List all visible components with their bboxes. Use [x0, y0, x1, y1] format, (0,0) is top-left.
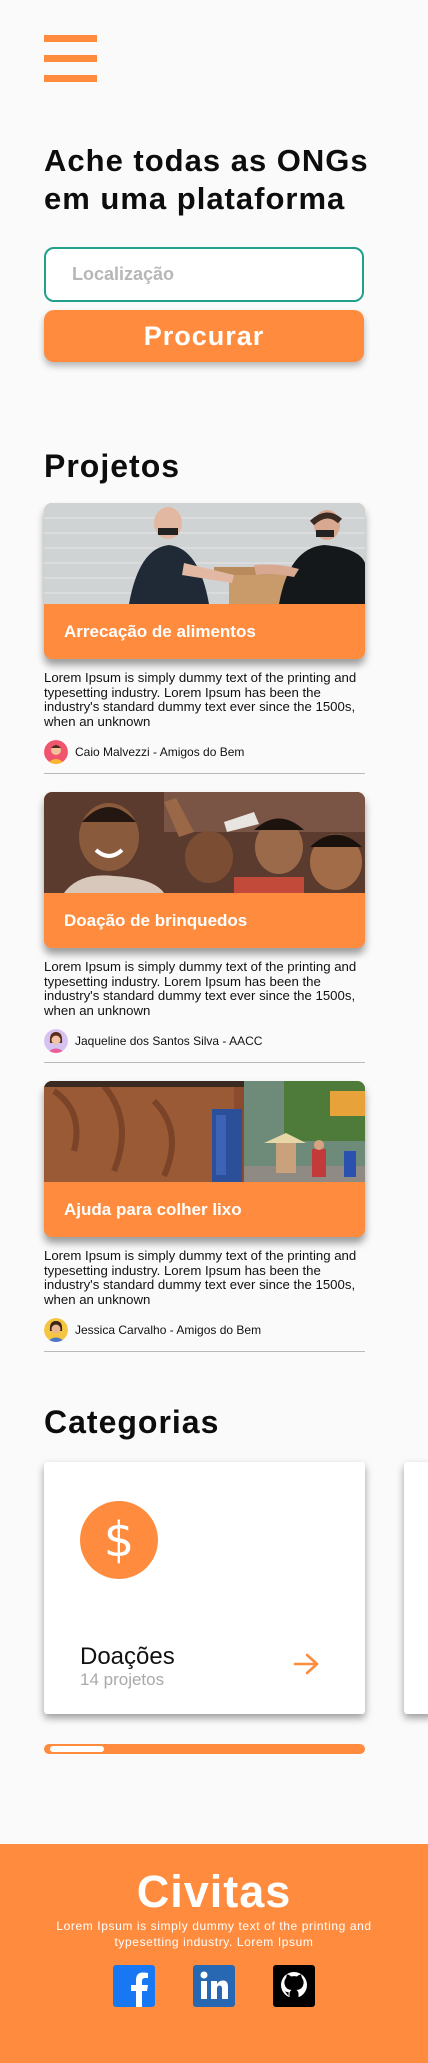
project-description: Lorem Ipsum is simply dummy text of the …	[44, 959, 357, 1018]
project-photo-food-donation	[44, 503, 365, 604]
project-card[interactable]: Doação de brinquedos	[44, 792, 365, 948]
project-item: Ajuda para colher lixo Lorem Ipsum is si…	[44, 1081, 365, 1352]
arrow-right-icon[interactable]	[293, 1652, 321, 1676]
avatar	[44, 740, 68, 764]
project-photo-street	[44, 1081, 365, 1182]
author-name: Jaqueline dos Santos Silva - AACC	[75, 1034, 263, 1048]
menu-bar	[44, 55, 97, 62]
footer: Civitas Lorem Ipsum is simply dummy text…	[0, 1844, 428, 2063]
footer-brand: Civitas	[136, 1866, 292, 1917]
github-icon[interactable]	[273, 1965, 315, 2007]
hero-title-line1: Ache todas as ONGs	[44, 143, 369, 178]
category-name: Doações	[80, 1643, 175, 1670]
avatar	[44, 1029, 68, 1053]
project-author: Caio Malvezzi - Amigos do Bem	[44, 739, 365, 765]
project-description: Lorem Ipsum is simply dummy text of the …	[44, 670, 357, 729]
project-title: Arrecação de alimentos	[44, 604, 365, 659]
project-card[interactable]: Ajuda para colher lixo	[44, 1081, 365, 1237]
linkedin-icon[interactable]	[193, 1965, 235, 2007]
categories-section-title: Categorias	[44, 1404, 220, 1440]
hero-title-line2: em uma plataforma	[44, 181, 346, 216]
project-author: Jaqueline dos Santos Silva - AACC	[44, 1028, 365, 1054]
scrollbar-thumb[interactable]	[50, 1746, 104, 1752]
hero-title: Ache todas as ONGs em uma plataforma	[44, 142, 384, 218]
dollar-icon: $	[80, 1501, 158, 1579]
avatar	[44, 1318, 68, 1342]
category-card-donations[interactable]: $ Doações 14 projetos	[44, 1462, 365, 1714]
project-item: Doação de brinquedos Lorem Ipsum is simp…	[44, 792, 365, 1063]
author-name: Caio Malvezzi - Amigos do Bem	[75, 745, 245, 759]
divider	[44, 773, 365, 774]
hamburger-menu-icon[interactable]	[44, 35, 97, 82]
category-carousel-scrollbar[interactable]	[44, 1744, 365, 1754]
category-count: 14 projetos	[80, 1670, 165, 1689]
project-description: Lorem Ipsum is simply dummy text of the …	[44, 1248, 357, 1307]
location-search-input[interactable]	[44, 247, 364, 302]
search-button[interactable]: Procurar	[44, 310, 364, 362]
project-item: Arrecação de alimentos Lorem Ipsum is si…	[44, 503, 365, 774]
project-author: Jessica Carvalho - Amigos do Bem	[44, 1317, 365, 1343]
facebook-icon[interactable]	[113, 1965, 155, 2007]
menu-bar	[44, 35, 97, 42]
menu-bar	[44, 75, 97, 82]
author-name: Jessica Carvalho - Amigos do Bem	[75, 1323, 262, 1337]
project-photo-kids	[44, 792, 365, 893]
divider	[44, 1062, 365, 1063]
footer-text: Lorem Ipsum is simply dummy text of the …	[56, 1919, 372, 1949]
project-title: Doação de brinquedos	[44, 893, 365, 948]
category-card-next[interactable]	[404, 1462, 428, 1714]
divider	[44, 1351, 365, 1352]
project-card[interactable]: Arrecação de alimentos	[44, 503, 365, 659]
project-title: Ajuda para colher lixo	[44, 1182, 365, 1237]
projects-section-title: Projetos	[44, 448, 181, 484]
